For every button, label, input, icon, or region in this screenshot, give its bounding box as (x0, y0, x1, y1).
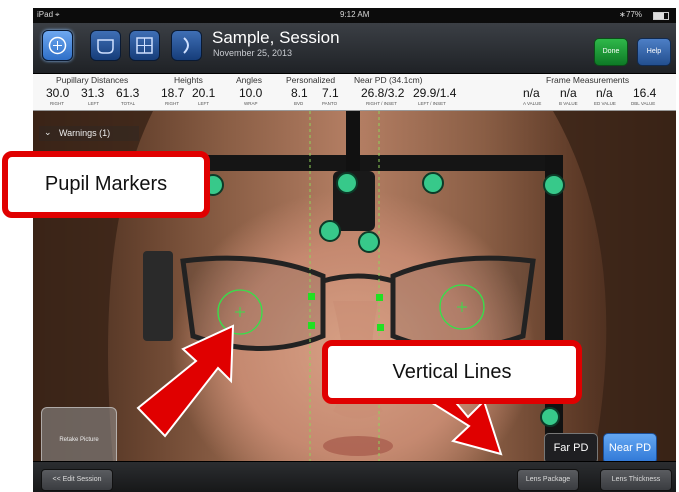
battery-percent: 77% (626, 10, 643, 19)
lens-edge-handle[interactable] (308, 293, 315, 300)
b-value-label: B VALUE (559, 101, 578, 106)
measurements-panel: Pupillary Distances Heights Angles Perso… (33, 74, 676, 111)
pd-right-value: 30.0 (46, 86, 70, 100)
wifi-icon: ⌖ (55, 10, 60, 19)
session-title: Sample, Session (212, 28, 340, 47)
ipad-screen: iPad ⌖ 9:12 AM ∗ 77% Sample, Session Nov… (33, 8, 676, 492)
battery-icon (653, 12, 669, 20)
near-pd-right-label: RIGHT / INSET (366, 101, 397, 106)
ed-value: n/a (596, 86, 613, 100)
height-right-label: RIGHT (165, 101, 179, 106)
session-date: November 25, 2013 (213, 48, 293, 58)
profile-tool-button[interactable] (171, 30, 202, 61)
clock: 9:12 AM (340, 10, 370, 19)
far-pd-button[interactable]: Far PD (544, 433, 598, 464)
warnings-toggle[interactable]: ⌄ Warnings (1) (39, 126, 139, 141)
pd-total-value: 61.3 (116, 86, 140, 100)
pd-total-label: TOTAL (121, 101, 136, 106)
lens-edge-handle[interactable] (308, 322, 315, 329)
bvd-value: 8.1 (291, 86, 308, 100)
near-pd-heading: Near PD (34.1cm) (354, 75, 423, 85)
frame-marker-ball[interactable] (358, 231, 380, 253)
pupil-markers-callout: Pupil Markers (2, 151, 210, 218)
top-toolbar: Sample, Session November 25, 2013 Done H… (33, 23, 676, 74)
a-value-label: A VALUE (523, 101, 542, 106)
lens-thickness-button[interactable]: Lens Thickness (600, 469, 672, 491)
side-profile-icon (183, 37, 189, 54)
panto-label: PANTO (322, 101, 338, 106)
pupil-arrow (136, 324, 235, 438)
pd-left-value: 31.3 (81, 86, 105, 100)
lens-package-button[interactable]: Lens Package (517, 469, 579, 491)
dbl-value-label: DBL VALUE (631, 101, 656, 106)
pupillary-distances-heading: Pupillary Distances (56, 75, 129, 85)
grid-tool-button[interactable] (129, 30, 160, 61)
status-bar: iPad ⌖ 9:12 AM ∗ 77% (33, 8, 676, 23)
bvd-label: BVD (294, 101, 304, 106)
wrap-angle-value: 10.0 (239, 86, 263, 100)
frame-marker-ball[interactable] (422, 172, 444, 194)
panto-value: 7.1 (322, 86, 339, 100)
warnings-label: Warnings (1) (59, 128, 111, 138)
near-pd-left-value: 29.9/1.4 (413, 86, 457, 100)
wrap-angle-label: WRAP (244, 101, 258, 106)
lens-edge-handle[interactable] (377, 324, 384, 331)
measure-tool-button[interactable] (42, 30, 73, 61)
help-button[interactable]: Help (637, 38, 671, 66)
frame-marker-ball[interactable] (540, 407, 560, 427)
frame-marker-ball[interactable] (336, 172, 358, 194)
bottom-toolbar: << Edit Session Lens Package Lens Thickn… (33, 461, 676, 492)
height-left-value: 20.1 (192, 86, 216, 100)
chevron-down-icon: ⌄ (44, 127, 52, 137)
height-right-value: 18.7 (161, 86, 185, 100)
grid-icon (136, 37, 153, 54)
personalized-heading: Personalized (286, 75, 336, 85)
lens-edge-handle[interactable] (376, 294, 383, 301)
crosshair-icon (48, 36, 67, 55)
bluetooth-icon: ∗ (619, 10, 626, 19)
b-value: n/a (560, 86, 577, 100)
vertical-lines-callout: Vertical Lines (322, 340, 582, 404)
pd-right-label: RIGHT (50, 101, 64, 106)
edit-session-button[interactable]: << Edit Session (41, 469, 113, 491)
near-pd-button[interactable]: Near PD (603, 433, 657, 464)
dbl-value: 16.4 (633, 86, 657, 100)
angles-heading: Angles (236, 75, 262, 85)
a-value: n/a (523, 86, 540, 100)
ed-value-label: ED VALUE (594, 101, 616, 106)
lens-shape-icon (97, 39, 114, 54)
pd-left-label: LEFT (88, 101, 100, 106)
heights-heading: Heights (174, 75, 203, 85)
done-button[interactable]: Done (594, 38, 628, 66)
device-label: iPad (37, 10, 54, 19)
height-left-label: LEFT (198, 101, 210, 106)
near-pd-right-value: 26.8/3.2 (361, 86, 405, 100)
frame-marker-ball[interactable] (319, 220, 341, 242)
frame-measurements-heading: Frame Measurements (546, 75, 630, 85)
frame-tool-button[interactable] (90, 30, 121, 61)
near-pd-left-label: LEFT / INSET (418, 101, 446, 106)
frame-marker-ball[interactable] (543, 174, 565, 196)
